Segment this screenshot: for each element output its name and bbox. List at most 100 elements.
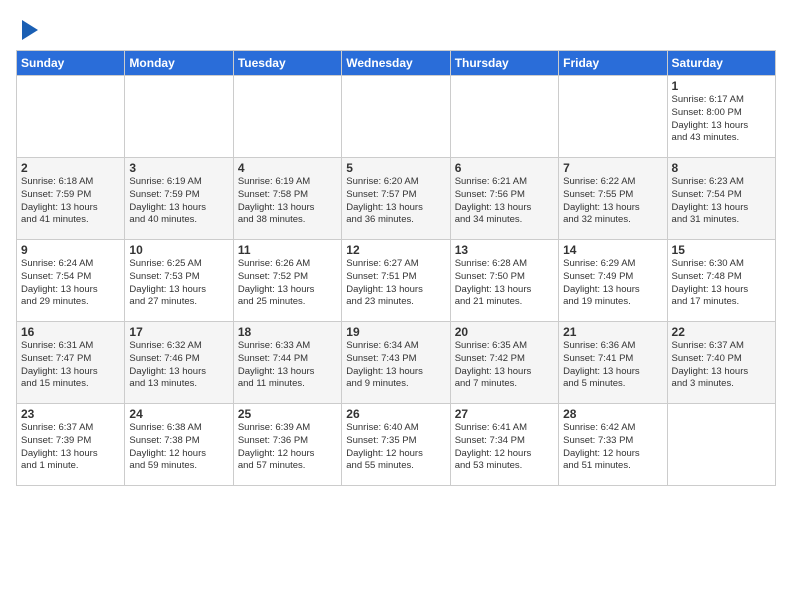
day-number: 13	[455, 243, 554, 257]
calendar-cell: 1Sunrise: 6:17 AM Sunset: 8:00 PM Daylig…	[667, 76, 775, 158]
day-info: Sunrise: 6:37 AM Sunset: 7:40 PM Dayligh…	[672, 340, 771, 391]
day-info: Sunrise: 6:39 AM Sunset: 7:36 PM Dayligh…	[238, 422, 337, 473]
calendar-cell: 24Sunrise: 6:38 AM Sunset: 7:38 PM Dayli…	[125, 404, 233, 486]
day-number: 6	[455, 161, 554, 175]
day-number: 5	[346, 161, 445, 175]
day-info: Sunrise: 6:24 AM Sunset: 7:54 PM Dayligh…	[21, 258, 120, 309]
calendar-cell: 20Sunrise: 6:35 AM Sunset: 7:42 PM Dayli…	[450, 322, 558, 404]
day-info: Sunrise: 6:19 AM Sunset: 7:59 PM Dayligh…	[129, 176, 228, 227]
calendar-cell: 12Sunrise: 6:27 AM Sunset: 7:51 PM Dayli…	[342, 240, 450, 322]
calendar-cell: 7Sunrise: 6:22 AM Sunset: 7:55 PM Daylig…	[559, 158, 667, 240]
day-info: Sunrise: 6:28 AM Sunset: 7:50 PM Dayligh…	[455, 258, 554, 309]
calendar-cell	[667, 404, 775, 486]
calendar-cell	[450, 76, 558, 158]
day-number: 7	[563, 161, 662, 175]
weekday-header-friday: Friday	[559, 51, 667, 76]
calendar-cell: 23Sunrise: 6:37 AM Sunset: 7:39 PM Dayli…	[17, 404, 125, 486]
day-info: Sunrise: 6:29 AM Sunset: 7:49 PM Dayligh…	[563, 258, 662, 309]
calendar-cell: 22Sunrise: 6:37 AM Sunset: 7:40 PM Dayli…	[667, 322, 775, 404]
calendar-cell: 13Sunrise: 6:28 AM Sunset: 7:50 PM Dayli…	[450, 240, 558, 322]
calendar-cell: 3Sunrise: 6:19 AM Sunset: 7:59 PM Daylig…	[125, 158, 233, 240]
day-number: 9	[21, 243, 120, 257]
day-info: Sunrise: 6:40 AM Sunset: 7:35 PM Dayligh…	[346, 422, 445, 473]
calendar-cell: 9Sunrise: 6:24 AM Sunset: 7:54 PM Daylig…	[17, 240, 125, 322]
day-info: Sunrise: 6:38 AM Sunset: 7:38 PM Dayligh…	[129, 422, 228, 473]
calendar-cell: 16Sunrise: 6:31 AM Sunset: 7:47 PM Dayli…	[17, 322, 125, 404]
day-number: 11	[238, 243, 337, 257]
day-info: Sunrise: 6:42 AM Sunset: 7:33 PM Dayligh…	[563, 422, 662, 473]
day-number: 10	[129, 243, 228, 257]
day-info: Sunrise: 6:30 AM Sunset: 7:48 PM Dayligh…	[672, 258, 771, 309]
calendar-cell: 18Sunrise: 6:33 AM Sunset: 7:44 PM Dayli…	[233, 322, 341, 404]
day-info: Sunrise: 6:31 AM Sunset: 7:47 PM Dayligh…	[21, 340, 120, 391]
calendar-cell: 15Sunrise: 6:30 AM Sunset: 7:48 PM Dayli…	[667, 240, 775, 322]
logo	[16, 16, 38, 40]
calendar-cell: 26Sunrise: 6:40 AM Sunset: 7:35 PM Dayli…	[342, 404, 450, 486]
weekday-header-wednesday: Wednesday	[342, 51, 450, 76]
weekday-header-saturday: Saturday	[667, 51, 775, 76]
day-info: Sunrise: 6:33 AM Sunset: 7:44 PM Dayligh…	[238, 340, 337, 391]
weekday-header-monday: Monday	[125, 51, 233, 76]
header	[16, 16, 776, 40]
calendar-cell	[125, 76, 233, 158]
day-info: Sunrise: 6:21 AM Sunset: 7:56 PM Dayligh…	[455, 176, 554, 227]
calendar-cell: 14Sunrise: 6:29 AM Sunset: 7:49 PM Dayli…	[559, 240, 667, 322]
day-number: 20	[455, 325, 554, 339]
calendar-cell: 17Sunrise: 6:32 AM Sunset: 7:46 PM Dayli…	[125, 322, 233, 404]
day-number: 8	[672, 161, 771, 175]
calendar-cell: 8Sunrise: 6:23 AM Sunset: 7:54 PM Daylig…	[667, 158, 775, 240]
day-number: 23	[21, 407, 120, 421]
calendar-cell: 6Sunrise: 6:21 AM Sunset: 7:56 PM Daylig…	[450, 158, 558, 240]
weekday-header-sunday: Sunday	[17, 51, 125, 76]
day-number: 14	[563, 243, 662, 257]
calendar-week-3: 9Sunrise: 6:24 AM Sunset: 7:54 PM Daylig…	[17, 240, 776, 322]
weekday-header-tuesday: Tuesday	[233, 51, 341, 76]
day-info: Sunrise: 6:36 AM Sunset: 7:41 PM Dayligh…	[563, 340, 662, 391]
calendar-week-4: 16Sunrise: 6:31 AM Sunset: 7:47 PM Dayli…	[17, 322, 776, 404]
calendar-cell: 10Sunrise: 6:25 AM Sunset: 7:53 PM Dayli…	[125, 240, 233, 322]
day-info: Sunrise: 6:27 AM Sunset: 7:51 PM Dayligh…	[346, 258, 445, 309]
day-info: Sunrise: 6:23 AM Sunset: 7:54 PM Dayligh…	[672, 176, 771, 227]
calendar-table: SundayMondayTuesdayWednesdayThursdayFrid…	[16, 50, 776, 486]
weekday-header-thursday: Thursday	[450, 51, 558, 76]
calendar-cell: 28Sunrise: 6:42 AM Sunset: 7:33 PM Dayli…	[559, 404, 667, 486]
day-info: Sunrise: 6:22 AM Sunset: 7:55 PM Dayligh…	[563, 176, 662, 227]
day-number: 16	[21, 325, 120, 339]
day-number: 4	[238, 161, 337, 175]
day-info: Sunrise: 6:17 AM Sunset: 8:00 PM Dayligh…	[672, 94, 771, 145]
day-number: 19	[346, 325, 445, 339]
day-number: 2	[21, 161, 120, 175]
calendar-cell	[559, 76, 667, 158]
calendar-cell: 5Sunrise: 6:20 AM Sunset: 7:57 PM Daylig…	[342, 158, 450, 240]
calendar-cell: 4Sunrise: 6:19 AM Sunset: 7:58 PM Daylig…	[233, 158, 341, 240]
day-number: 3	[129, 161, 228, 175]
day-info: Sunrise: 6:19 AM Sunset: 7:58 PM Dayligh…	[238, 176, 337, 227]
day-number: 28	[563, 407, 662, 421]
calendar-cell: 25Sunrise: 6:39 AM Sunset: 7:36 PM Dayli…	[233, 404, 341, 486]
day-number: 27	[455, 407, 554, 421]
day-number: 1	[672, 79, 771, 93]
logo-arrow-icon	[22, 20, 38, 40]
day-number: 15	[672, 243, 771, 257]
calendar-cell: 27Sunrise: 6:41 AM Sunset: 7:34 PM Dayli…	[450, 404, 558, 486]
calendar-cell: 21Sunrise: 6:36 AM Sunset: 7:41 PM Dayli…	[559, 322, 667, 404]
calendar-cell: 11Sunrise: 6:26 AM Sunset: 7:52 PM Dayli…	[233, 240, 341, 322]
day-number: 21	[563, 325, 662, 339]
day-number: 17	[129, 325, 228, 339]
calendar-page: SundayMondayTuesdayWednesdayThursdayFrid…	[0, 0, 792, 612]
calendar-cell: 19Sunrise: 6:34 AM Sunset: 7:43 PM Dayli…	[342, 322, 450, 404]
calendar-cell	[233, 76, 341, 158]
day-info: Sunrise: 6:18 AM Sunset: 7:59 PM Dayligh…	[21, 176, 120, 227]
calendar-week-5: 23Sunrise: 6:37 AM Sunset: 7:39 PM Dayli…	[17, 404, 776, 486]
day-info: Sunrise: 6:25 AM Sunset: 7:53 PM Dayligh…	[129, 258, 228, 309]
day-info: Sunrise: 6:41 AM Sunset: 7:34 PM Dayligh…	[455, 422, 554, 473]
day-info: Sunrise: 6:20 AM Sunset: 7:57 PM Dayligh…	[346, 176, 445, 227]
day-info: Sunrise: 6:26 AM Sunset: 7:52 PM Dayligh…	[238, 258, 337, 309]
day-number: 12	[346, 243, 445, 257]
day-number: 24	[129, 407, 228, 421]
day-info: Sunrise: 6:34 AM Sunset: 7:43 PM Dayligh…	[346, 340, 445, 391]
day-number: 26	[346, 407, 445, 421]
calendar-cell: 2Sunrise: 6:18 AM Sunset: 7:59 PM Daylig…	[17, 158, 125, 240]
day-info: Sunrise: 6:35 AM Sunset: 7:42 PM Dayligh…	[455, 340, 554, 391]
calendar-week-1: 1Sunrise: 6:17 AM Sunset: 8:00 PM Daylig…	[17, 76, 776, 158]
